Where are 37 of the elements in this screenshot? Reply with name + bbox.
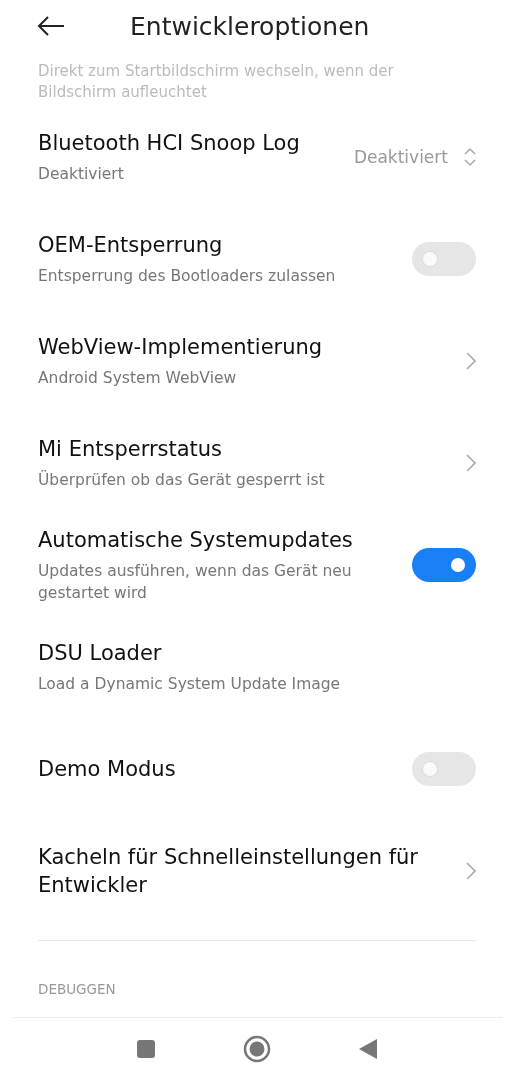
- setting-row[interactable]: OEM-Entsperrung Entsperrung des Bootloaders zulassen: [0, 208, 514, 310]
- setting-row[interactable]: Automatische Systemupdates Updates ausführen, wenn das Gerät neu gestartet wird: [0, 514, 514, 616]
- chevron-right-icon: [466, 352, 476, 370]
- section-header: DEBUGGEN: [37, 980, 117, 997]
- setting-description: Load a Dynamic System Update Image: [38, 674, 342, 695]
- setting-value: Deaktiviert: [353, 147, 448, 167]
- setting-title: Bluetooth HCI Snoop Log: [38, 130, 301, 157]
- setting-title: Automatische Systemupdates: [38, 527, 354, 554]
- setting-description: Direkt zum Startbildschirm wechseln, wenn der Bildschirm aufleuchtet: [38, 61, 395, 103]
- setting-title: DSU Loader: [38, 640, 163, 667]
- setting-description: Updates ausführen, wenn das Gerät neu gestartet wird: [38, 561, 353, 604]
- recents-button[interactable]: [135, 1039, 156, 1059]
- up-down-chevron-icon: [464, 147, 476, 167]
- home-button[interactable]: [243, 1035, 271, 1063]
- setting-row[interactable]: Demo Modus: [0, 718, 514, 820]
- setting-description: Entsperrung des Bootloaders zulassen: [38, 266, 337, 287]
- back-nav-button[interactable]: [358, 1038, 379, 1060]
- setting-row[interactable]: DSU Loader Load a Dynamic System Update Image: [0, 616, 514, 718]
- back-button[interactable]: [36, 14, 66, 38]
- setting-description: Überprüfen ob das Gerät gesperrt ist: [38, 469, 326, 491]
- setting-row[interactable]: Mi Entsperrstatus Überprüfen ob das Gerät gesperrt ist: [0, 412, 514, 514]
- setting-row[interactable]: WebView-Implementierung Android System WebView: [0, 310, 514, 412]
- setting-title: WebView-Implementierung: [38, 334, 324, 361]
- setting-row[interactable]: Kacheln für Schnelleinstellungen für Entwickler: [0, 820, 514, 922]
- setting-title: Kacheln für Schnelleinstellungen für Entwickler: [38, 844, 419, 899]
- chevron-right-icon: [466, 862, 476, 880]
- setting-description: Deaktiviert: [38, 164, 125, 185]
- toggle-switch[interactable]: [412, 752, 476, 786]
- setting-title: OEM-Entsperrung: [38, 232, 224, 259]
- setting-description: Android System WebView: [38, 368, 238, 389]
- toggle-switch[interactable]: [412, 242, 476, 276]
- toggle-switch[interactable]: [412, 548, 476, 582]
- setting-row[interactable]: Bluetooth HCI Snoop Log Deaktiviert Deaktiviert: [0, 106, 514, 208]
- chevron-right-icon: [466, 454, 476, 472]
- page-title: Entwickleroptionen: [130, 11, 370, 41]
- setting-title: Mi Entsperrstatus: [38, 436, 224, 463]
- setting-title: Demo Modus: [38, 756, 177, 783]
